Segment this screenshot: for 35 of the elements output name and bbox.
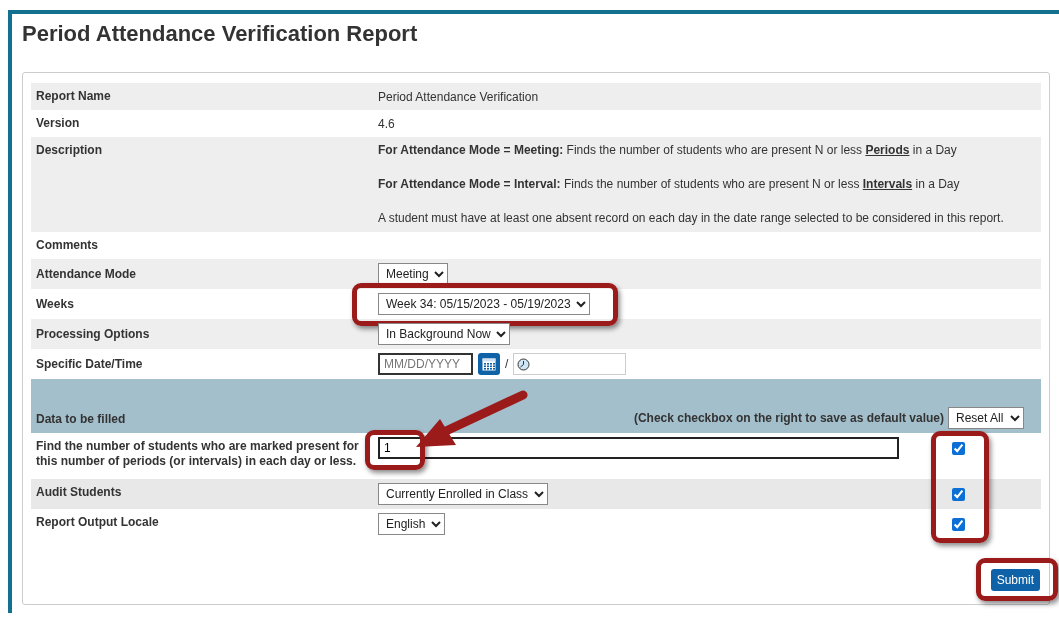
field-value: Period Attendance Verification bbox=[378, 89, 539, 104]
page-title: Period Attendance Verification Report bbox=[22, 20, 419, 48]
description-text: For Attendance Mode = Interval: Finds the number of students who are present N or less Intervals in a Day bbox=[378, 177, 961, 192]
dropdown[interactable]: In Background Now bbox=[378, 323, 510, 345]
field-label: Attendance Mode bbox=[35, 265, 137, 283]
dropdown[interactable]: Meeting bbox=[378, 263, 448, 285]
separator-text: / bbox=[505, 357, 509, 371]
field-label: Weeks bbox=[35, 295, 75, 313]
field-label: Report Output Locale bbox=[35, 514, 160, 531]
default-checkbox[interactable] bbox=[951, 488, 965, 501]
field-label: Find the number of students who are marked present for this number of periods (or intervals) in each day or less. bbox=[35, 438, 360, 470]
date-field[interactable]: MM/DD/YYYY bbox=[378, 353, 473, 375]
field-label: Description bbox=[35, 142, 103, 159]
field-label: Version bbox=[35, 115, 81, 132]
description-text: For Attendance Mode = Meeting: Finds the number of students who are present N or less Periods in a Day bbox=[378, 143, 958, 158]
field-label: Processing Options bbox=[35, 325, 151, 343]
calendar-icon[interactable] bbox=[478, 353, 500, 375]
dropdown[interactable]: Currently Enrolled in Class bbox=[378, 483, 548, 505]
default-checkbox[interactable] bbox=[951, 442, 965, 455]
dropdown[interactable]: English bbox=[378, 513, 445, 535]
clock-icon bbox=[517, 357, 531, 371]
submit-button[interactable]: Submit bbox=[990, 569, 1040, 591]
default-checkbox[interactable] bbox=[951, 518, 965, 531]
field-label: Audit Students bbox=[35, 484, 123, 501]
hint-text: (Check checkbox on the right to save as default value) bbox=[633, 411, 944, 425]
field-label: Comments bbox=[35, 237, 99, 254]
dropdown[interactable]: Week 34: 05/15/2023 - 05/19/2023 bbox=[378, 293, 590, 315]
number-field[interactable]: 1 bbox=[378, 437, 899, 459]
description-text: A student must have at least one absent record on each day in the date range selected to be considered in this report. bbox=[378, 211, 1005, 226]
field-label: Report Name bbox=[35, 88, 112, 105]
section-title: Data to be filled bbox=[36, 412, 126, 428]
reset-dropdown[interactable]: Reset All bbox=[948, 407, 1024, 429]
field-label: Specific Date/Time bbox=[35, 355, 144, 373]
time-field[interactable] bbox=[513, 353, 627, 375]
field-value: 4.6 bbox=[378, 116, 395, 131]
